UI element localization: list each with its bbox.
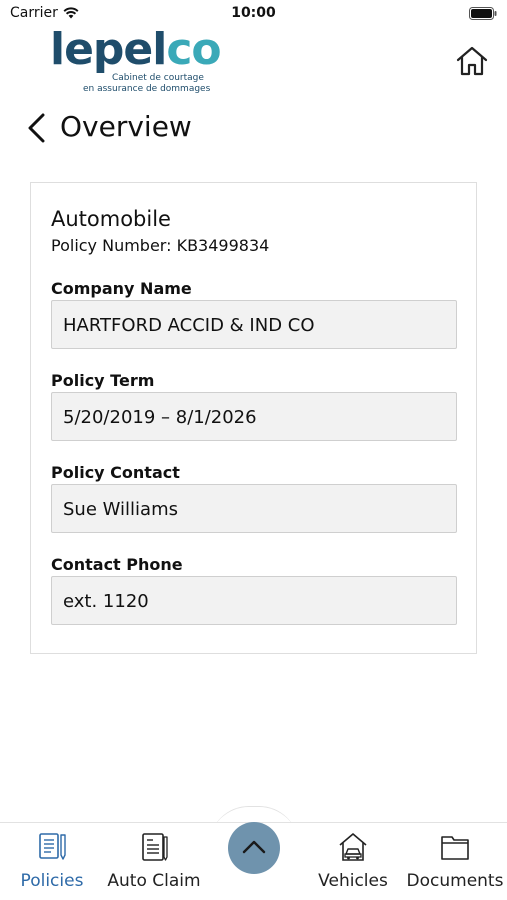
tab-policies-label: Policies [20,871,84,891]
logo-word-part1: lepel [50,24,167,75]
policy-card: Automobile Policy Number: KB3499834 Comp… [30,182,477,654]
company-name-value: HARTFORD ACCID & IND CO [63,315,315,336]
tab-auto-claim[interactable]: Auto Claim [104,823,204,900]
policy-number: Policy Number: KB3499834 [51,236,270,255]
policy-type: Automobile [51,207,171,231]
contact-phone-label: Contact Phone [51,555,183,574]
logo-tagline-line1: Cabinet de courtage [112,73,204,83]
contact-phone-value: ext. 1120 [63,591,149,612]
contact-phone-field: ext. 1120 [51,576,457,625]
logo-word-part2: co [166,24,221,75]
vehicles-icon [339,833,367,861]
page-title: Overview [60,110,192,143]
chevron-left-icon [28,113,45,143]
company-name-field: HARTFORD ACCID & IND CO [51,300,457,349]
expand-menu-button[interactable] [228,822,280,874]
lepelco-logo: lepelco Cabinet de courtage en assurance… [50,26,222,96]
policy-term-value: 5/20/2019 – 8/1/2026 [63,407,257,428]
logo-wordmark: lepelco [50,24,222,75]
status-time: 10:00 [231,5,276,21]
home-button[interactable] [455,44,489,78]
policy-term-label: Policy Term [51,371,155,390]
policy-contact-label: Policy Contact [51,463,180,482]
tab-vehicles[interactable]: Vehicles [310,823,396,900]
tab-vehicles-label: Vehicles [318,871,388,891]
back-button[interactable] [24,110,48,146]
tab-policies[interactable]: Policies [10,823,94,900]
company-name-label: Company Name [51,279,192,298]
policy-term-field: 5/20/2019 – 8/1/2026 [51,392,457,441]
tab-auto-claim-label: Auto Claim [107,871,201,891]
policy-contact-value: Sue Williams [63,499,178,520]
policies-icon [39,833,66,860]
documents-icon [441,836,469,860]
home-icon [456,46,488,76]
auto-claim-icon [142,833,168,861]
chevron-up-icon [242,840,266,854]
tab-documents-label: Documents [406,871,504,891]
logo-tagline-line2: en assurance de dommages [83,84,211,94]
policy-contact-field: Sue Williams [51,484,457,533]
tab-documents[interactable]: Documents [405,823,505,900]
battery-icon [469,7,497,20]
